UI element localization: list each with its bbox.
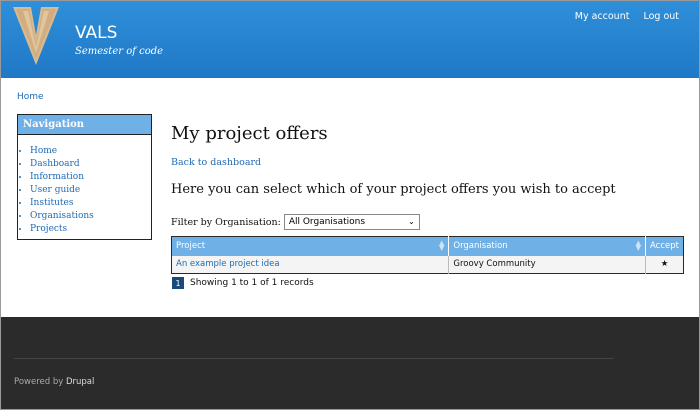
browser-page: VALS Semester of code My account Log out… [0,0,700,410]
nav-item-user-guide: User guide [30,184,151,197]
site-name[interactable]: VALS [75,23,117,43]
navigation-list: Home Dashboard Information User guide In… [18,145,151,236]
project-offers-table: Project ▲ ▼ Organisation ▲ ▼ Accept An exa… [171,236,684,274]
table-row: An example project idea Groovy Community… [171,255,684,274]
filter-label: Filter by Organisation: [171,216,281,228]
column-header-accept-label: Accept [650,241,679,252]
page-title: My project offers [171,123,328,144]
column-header-organisation-label: Organisation [453,241,508,252]
column-header-project-label: Project [176,241,206,252]
records-info: Showing 1 to 1 of 1 records [190,278,314,288]
nav-link-information[interactable]: Information [30,172,84,182]
chevron-down-icon: ⌄ [408,217,415,226]
nav-link-home[interactable]: Home [30,146,57,156]
footer-divider [14,358,614,359]
site-slogan: Semester of code [75,46,164,57]
column-header-project[interactable]: Project ▲ ▼ [171,236,450,256]
column-header-organisation[interactable]: Organisation ▲ ▼ [448,236,647,256]
sort-icon: ▲ ▼ [635,239,642,252]
user-menu: My account Log out [575,11,679,22]
cell-organisation: Groovy Community [448,255,647,274]
drupal-link[interactable]: Drupal [66,377,94,387]
site-header: VALS Semester of code My account Log out [1,1,699,78]
powered-by: Powered by Drupal [14,377,94,387]
nav-item-projects: Projects [30,223,151,236]
page-button-1[interactable]: 1 [172,277,184,289]
navigation-title: Navigation [18,115,151,135]
back-to-dashboard-link[interactable]: Back to dashboard [171,157,261,168]
nav-item-information: Information [30,171,151,184]
nav-link-projects[interactable]: Projects [30,224,67,234]
nav-link-dashboard[interactable]: Dashboard [30,159,80,169]
organisation-filter: Filter by Organisation: All Organisation… [171,214,420,230]
logout-link[interactable]: Log out [643,11,679,22]
nav-item-institutes: Institutes [30,197,151,210]
organisation-select-value: All Organisations [288,217,366,227]
accept-star-icon[interactable]: ★ [645,255,684,274]
nav-item-home: Home [30,145,151,158]
table-pager: 1 Showing 1 to 1 of 1 records [172,277,314,289]
navigation-block: Navigation Home Dashboard Information Us… [17,114,152,240]
column-header-accept: Accept [645,236,684,256]
intro-text: Here you can select which of your projec… [171,182,616,197]
cell-project: An example project idea [171,255,450,274]
sort-icon: ▲ ▼ [438,239,445,252]
nav-item-organisations: Organisations [30,210,151,223]
nav-link-institutes[interactable]: Institutes [30,198,73,208]
site-footer: Powered by Drupal [1,317,699,409]
project-link[interactable]: An example project idea [176,259,280,269]
powered-by-label: Powered by [14,377,64,387]
nav-link-organisations[interactable]: Organisations [30,211,94,221]
my-account-link[interactable]: My account [575,11,630,22]
table-header-row: Project ▲ ▼ Organisation ▲ ▼ Accept [171,236,684,256]
breadcrumb-home[interactable]: Home [17,92,44,102]
organisation-select[interactable]: All Organisations ⌄ [283,214,420,230]
nav-item-dashboard: Dashboard [30,158,151,171]
vals-logo-icon[interactable] [13,7,59,65]
nav-link-user-guide[interactable]: User guide [30,185,80,195]
